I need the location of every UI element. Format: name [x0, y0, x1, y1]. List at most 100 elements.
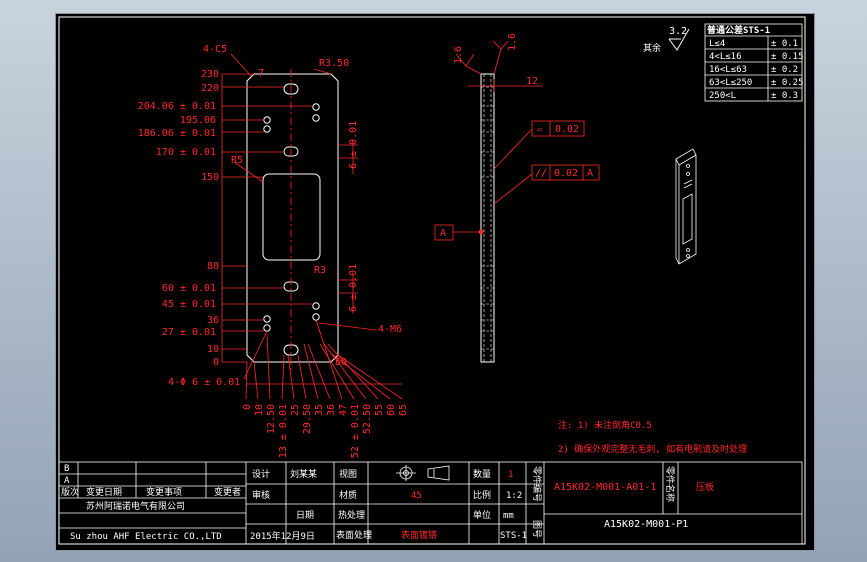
- hole: [263, 116, 271, 124]
- part-number: A15K02-M001-A01-1: [554, 482, 656, 493]
- qty-value: 1: [508, 470, 513, 480]
- parallel-datum: A: [587, 168, 593, 179]
- front-view: [246, 73, 339, 363]
- tolerance-value: ± 0.3: [771, 91, 798, 101]
- bottom-dim-label: 12.50: [266, 404, 277, 434]
- scale-value: 1:2: [506, 491, 522, 501]
- dim-170: 170 ± 0.01: [156, 147, 216, 158]
- bottom-dim-label: 10: [254, 404, 265, 416]
- hole: [312, 302, 320, 310]
- roughness-label: 其余: [643, 42, 661, 54]
- part-no-label: 零件编号: [531, 466, 543, 502]
- dimension-lines: [221, 53, 403, 400]
- dim-7: 7: [258, 68, 264, 79]
- material-value: 45: [411, 491, 422, 501]
- roughness-value: 3.2: [669, 26, 687, 37]
- scale-label: 比例: [473, 489, 491, 501]
- design-label: 设计: [252, 468, 270, 480]
- notes: 注: 1) 未注倒角C0.5 2) 确保外观完整无毛刺, 如有电刷请及时处理: [558, 419, 747, 455]
- tolerance-value: ± 0.15: [771, 52, 804, 62]
- dim-27: 27 ± 0.01: [162, 327, 216, 338]
- dim-204: 204.06 ± 0.01: [138, 101, 216, 112]
- drawing-number: A15K02-M001-P1: [604, 519, 688, 530]
- bottom-dim-label: 36: [326, 404, 337, 416]
- date-label: 日期: [296, 510, 314, 521]
- part-name: 压板: [696, 481, 714, 493]
- bottom-dim-label: 52.50: [362, 404, 373, 434]
- tolerance-range: 4<L≤16: [709, 52, 742, 62]
- shape-label: 视图: [339, 468, 357, 480]
- dim-60: 60 ± 0.01: [162, 283, 216, 294]
- material-label: 材质: [339, 489, 357, 501]
- bottom-dim-label: 65: [398, 404, 409, 416]
- dim-10: 10: [207, 344, 219, 355]
- header-version: 版次: [61, 486, 79, 498]
- unit-value: mm: [503, 511, 514, 521]
- dim-220: 220: [201, 83, 219, 94]
- tolerance-table: 普通公差STS-1 L≤4 ± 0.1 4<L≤16 ± 0.15 16<L≤63 ± 0…: [704, 23, 804, 102]
- drawing-sheet: 230 220 204.06 ± 0.01 195.06 186.06 ± 0.…: [55, 13, 815, 551]
- surface-label: 表面处理: [336, 529, 372, 541]
- parallel-value: 0.02: [554, 168, 578, 179]
- flatness-value: 0.02: [555, 124, 579, 135]
- header-date: 变更日期: [86, 486, 122, 498]
- part-outline: [246, 73, 339, 363]
- center-pocket: [262, 173, 321, 261]
- isometric-view: [675, 148, 697, 265]
- hole: [263, 315, 271, 323]
- company-en: Su zhou AHF Electric CO.,LTD: [70, 532, 222, 542]
- chamfer-label: 4-C5: [203, 44, 227, 55]
- cad-drawing: 230 220 204.06 ± 0.01 195.06 186.06 ± 0.…: [58, 16, 806, 545]
- side-hidden-lines: [481, 74, 494, 362]
- bottom-dim-label: 29.50: [302, 404, 313, 434]
- header-item: 变更事项: [146, 486, 182, 498]
- slot-upper-tol: 6 ± 0.01: [348, 121, 359, 169]
- check-label: 审核: [252, 489, 270, 501]
- left-dimension-texts: 230 220 204.06 ± 0.01 195.06 186.06 ± 0.…: [138, 69, 219, 368]
- flatness-symbol: ▱: [537, 125, 543, 135]
- hole: [263, 324, 271, 332]
- drawing-no-label: 图号: [531, 520, 542, 538]
- rough-right: 1.6: [507, 33, 518, 51]
- dim-45: 45 ± 0.01: [162, 299, 216, 310]
- roughness-general: 3.2 其余: [643, 26, 690, 54]
- dim-80: 80: [207, 261, 219, 272]
- radius-inner: R5: [231, 155, 243, 166]
- unit-label: 单位: [473, 509, 491, 521]
- date-value: 2015年12月9日: [250, 530, 315, 542]
- hole: [312, 103, 320, 111]
- dim-150: 150: [201, 172, 219, 183]
- side-dimensions: [434, 40, 600, 241]
- tap-label: 4-M6: [378, 324, 402, 335]
- tolerance-value: ± 0.1: [771, 39, 798, 49]
- dim-36: 36: [207, 315, 219, 326]
- sheet-border: [58, 16, 806, 545]
- radius-bottom: R3: [314, 265, 326, 276]
- title-block-texts: B A 版次 变更日期 变更事项 变更者 苏州阿瑞诺电气有限公司 Su zhou…: [61, 464, 714, 542]
- parallel-symbol: //: [535, 168, 547, 179]
- side-view: 1.6 1.6 12 ▱ 0.02 // 0.02 A A: [434, 33, 600, 363]
- bottom-dim-label: 52 ± 0.01: [350, 404, 361, 458]
- design-name: 刘某某: [290, 468, 317, 480]
- rev-b: B: [64, 464, 69, 474]
- hole: [312, 313, 320, 321]
- qty-label: 数量: [473, 468, 491, 480]
- dim-230: 230: [201, 69, 219, 80]
- tolerance-range: 16<L≤63: [709, 65, 747, 75]
- tolerance-range: 250<L: [709, 91, 736, 101]
- projection-symbol: [396, 465, 450, 481]
- tolerance-range: 63<L≤250: [709, 78, 752, 88]
- bottom-dim-label: 0: [242, 404, 253, 410]
- side-profile: [480, 73, 495, 363]
- tolerance-title: 普通公差STS-1: [707, 24, 770, 36]
- rough-left: 1.6: [453, 46, 464, 64]
- bottom-dim-label: 13 ± 0.01: [278, 404, 289, 458]
- tolerance-value: ± 0.2: [771, 65, 798, 75]
- header-by: 变更者: [214, 486, 241, 498]
- dim-195: 195.06: [180, 115, 216, 126]
- hole: [312, 114, 320, 122]
- dim-50: 50: [335, 357, 347, 368]
- bottom-dim-label: 35: [314, 404, 325, 416]
- heat-label: 热处理: [338, 509, 365, 521]
- bottom-dim-label: 60: [386, 404, 397, 416]
